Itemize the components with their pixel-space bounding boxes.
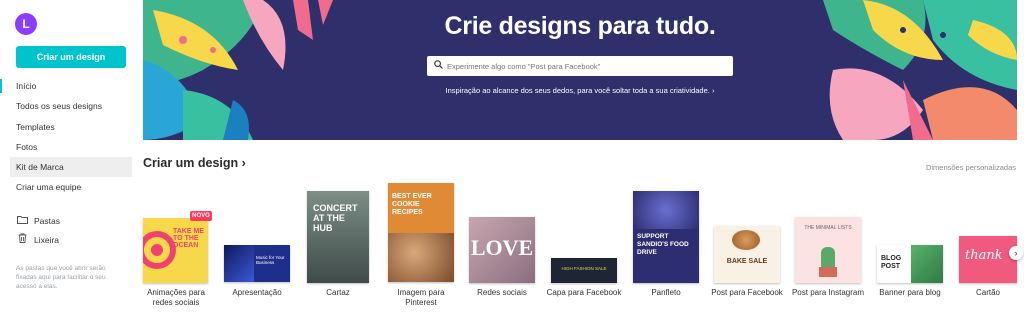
card-label-card[interactable]: Cartão <box>958 288 1018 298</box>
card-label-facebook-post[interactable]: Post para Facebook <box>708 288 786 298</box>
card-label-poster[interactable]: Cartaz <box>300 288 376 298</box>
folder-icon <box>16 214 28 228</box>
sidebar-item-brand-kit[interactable]: Kit de Marca <box>10 157 132 178</box>
card-thumb-text: Music for Your Business <box>256 255 285 265</box>
card-thumb-text: LOVE <box>470 235 534 260</box>
card-label-instagram-post[interactable]: Post para Instagram <box>790 288 866 298</box>
sidebar-item-templates[interactable]: Templates <box>0 117 135 137</box>
hero-title: Crie designs para tudo. <box>444 12 716 40</box>
card-thumb-blog-banner[interactable]: BLOG POST <box>877 245 943 283</box>
flyer-photo <box>633 191 699 229</box>
card-thumb-text: BAKE SALE <box>726 258 768 265</box>
sidebar: L Criar um design Início Todos os seus d… <box>0 0 135 329</box>
card-thumb-text: CONCERT AT THE HUB <box>313 203 358 233</box>
search-input[interactable] <box>447 59 727 73</box>
card-label-presentation[interactable]: Apresentação <box>222 288 292 298</box>
card-thumb-presentation[interactable]: Music for Your Business <box>224 245 290 282</box>
presentation-art <box>224 245 254 282</box>
custom-dimensions-link[interactable]: Dimensões personalizadas <box>926 163 1016 172</box>
card-thumb-social-animations[interactable]: TAKE ME TO THE OCEAN <box>143 218 208 283</box>
card-thumb-text: BLOG POST <box>881 255 902 270</box>
card-thumb-text: HIGH FASHION SALE <box>561 266 607 271</box>
sidebar-item-home[interactable]: Início <box>0 76 135 96</box>
sidebar-item-all-designs[interactable]: Todos os seus designs <box>0 96 135 116</box>
card-thumb-facebook-post[interactable]: BAKE SALE <box>714 226 780 283</box>
cookie-photo <box>388 233 454 282</box>
card-label-facebook-cover[interactable]: Capa para Facebook <box>546 288 622 298</box>
card-thumb-text: TAKE ME TO THE OCEAN <box>173 228 204 249</box>
card-thumb-text: SUPPORT SANDIO'S FOOD DRIVE <box>637 233 689 256</box>
folders-hint: As pastas que você abrir serão fixadas a… <box>16 265 106 290</box>
trash-icon <box>16 233 28 247</box>
hero-banner: Crie designs para tudo. Inspiração ao al… <box>143 0 1017 140</box>
trash-label: Lixeira <box>34 235 60 245</box>
card-thumb-card[interactable]: thank <box>959 236 1017 283</box>
avatar[interactable]: L <box>15 13 37 35</box>
card-thumb-flyer[interactable]: SUPPORT SANDIO'S FOOD DRIVE <box>633 191 699 283</box>
card-thumb-text: BEST EVER COOKIE RECIPES <box>392 193 432 216</box>
card-label-flyer[interactable]: Panfleto <box>626 288 706 298</box>
pot-graphic <box>819 267 837 277</box>
folders-label: Pastas <box>34 216 60 226</box>
new-badge: NOVO <box>190 211 212 221</box>
card-thumb-poster[interactable]: CONCERT AT THE HUB <box>307 191 369 283</box>
cactus-graphic <box>821 247 835 269</box>
card-label-blog-banner[interactable]: Banner para blog <box>870 288 950 298</box>
sidebar-item-create-team[interactable]: Criar uma equipe <box>0 177 135 197</box>
hero-subtitle-link[interactable]: Inspiração ao alcance dos seus dedos, pa… <box>143 86 1017 95</box>
card-thumb-text: THE MINIMAL LISTS <box>804 225 852 231</box>
sidebar-item-photos[interactable]: Fotos <box>0 137 135 157</box>
card-thumb-social-media[interactable]: LOVE <box>469 217 535 283</box>
search-icon <box>434 60 443 72</box>
card-thumb-pinterest[interactable]: BEST EVER COOKIE RECIPES <box>388 183 454 282</box>
plant-photo <box>911 245 943 283</box>
create-design-heading[interactable]: Criar um design › <box>143 156 246 170</box>
sidebar-item-folders[interactable]: Pastas <box>16 214 60 228</box>
card-thumb-facebook-cover[interactable]: HIGH FASHION SALE <box>551 258 617 283</box>
sidebar-item-trash[interactable]: Lixeira <box>16 233 59 247</box>
chevron-right-icon[interactable]: › <box>1009 246 1023 260</box>
canva-home: L Criar um design Início Todos os seus d… <box>0 0 1024 329</box>
card-label-pinterest[interactable]: Imagem para Pinterest <box>382 288 460 308</box>
cookie-graphic <box>732 230 760 250</box>
create-design-button[interactable]: Criar um design <box>16 46 126 68</box>
card-label-social-media[interactable]: Redes sociais <box>464 288 540 298</box>
hero-search-box[interactable] <box>427 56 733 76</box>
card-thumb-instagram-post[interactable]: THE MINIMAL LISTS <box>795 217 861 283</box>
sidebar-nav: Início Todos os seus designs Templates F… <box>0 76 135 198</box>
card-thumb-text: thank <box>965 248 1003 263</box>
card-label-social-animations[interactable]: Animações para redes sociais <box>140 288 212 308</box>
